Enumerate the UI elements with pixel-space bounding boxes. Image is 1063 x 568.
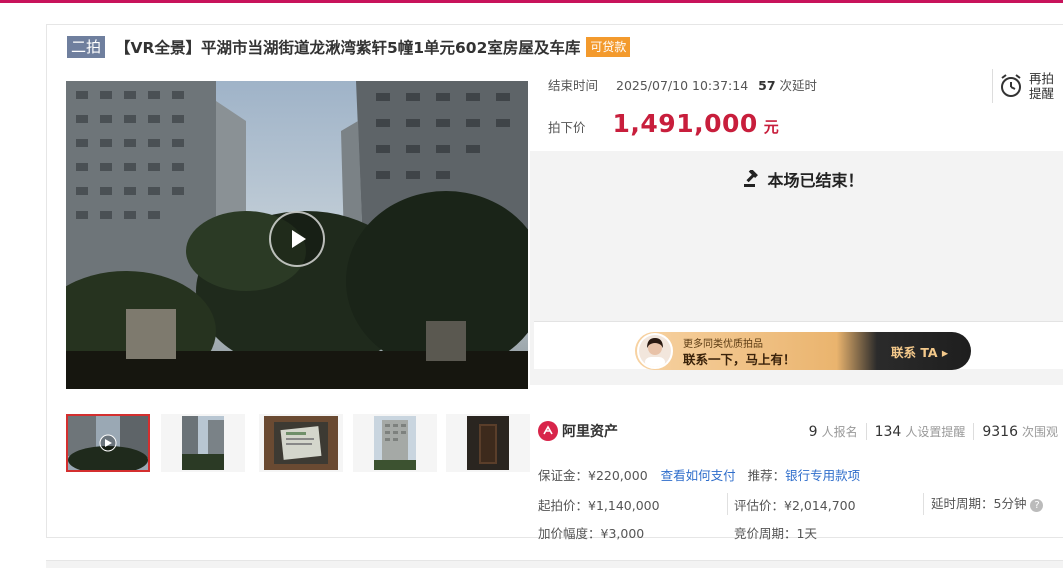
bid-period-row: 竞价周期：1天 [734,523,817,542]
thumbnail-4[interactable] [353,414,437,472]
stat-views: 9316 次围观 [973,423,1063,440]
title-row: 二拍 【VR全景】平湖市当湖街道龙湫湾紫轩5幢1单元602室房屋及车库 可贷款 [67,35,631,59]
page-title: 【VR全景】平湖市当湖街道龙湫湾紫轩5幢1单元602室房屋及车库 [115,39,581,57]
auction-ended-panel: 本场已结束！ 更多同类优质拍品 联系一下，马上有！ 联系 TA ▸ [530,151,1063,385]
remind-line-2: 提醒 [1029,86,1055,101]
banner-title: 联系一下，马上有！ [683,352,796,367]
start-price: 起拍价：¥1,140,000 [538,498,660,513]
play-button[interactable] [269,211,325,267]
how-to-pay-link[interactable]: 查看如何支付 [661,468,736,483]
top-accent-line [0,0,1063,3]
assess-price: 评估价：¥2,014,700 [734,498,856,513]
banner-subtitle: 更多同类优质拍品 [683,339,763,350]
help-icon[interactable]: ? [1030,499,1044,512]
contact-agent-button[interactable]: 联系 TA ▸ [891,342,948,361]
final-price-unit: 元 [763,118,779,136]
thumbnail-image [182,416,224,470]
main-video[interactable] [66,81,528,389]
final-price-row: 拍下价 1,491,000 元 [548,109,779,138]
increment-row: 加价幅度：¥3,000 [538,523,644,542]
stat-registered: 9 人报名 [801,423,866,440]
next-section-strip [46,560,1063,568]
auction-ended-status: 本场已结束！ [530,167,1063,191]
stat-number: 9316 [982,424,1018,440]
thumbnail-image [467,416,509,470]
stat-reminders: 134 人设置提醒 [865,423,974,440]
delay-suffix: 次延时 [779,78,818,93]
stat-number: 134 [874,424,902,440]
ended-text: 本场已结束！ [767,171,864,190]
alarm-clock-icon [1001,74,1021,97]
thumbnail-5[interactable] [446,414,530,472]
end-time-row: 结束时间 2025/07/10 10:37:14 57 次延时 [548,75,817,94]
contact-banner-pill[interactable]: 更多同类优质拍品 联系一下，马上有！ 联系 TA ▸ [635,332,971,370]
stats-row: 阿里资产 9 人报名 134 人设置提醒 9316 次围观 [530,419,1063,447]
thumbnail-strip [66,414,530,474]
auction-stats: 9 人报名 134 人设置提醒 9316 次围观 [801,423,1063,440]
delay-count: 57 [758,78,776,93]
thumbnail-image [264,416,338,470]
divider [923,493,924,515]
platform-logo: 阿里资产 [538,421,618,441]
loan-badge: 可贷款 [586,37,631,57]
assess-price-row: 评估价：¥2,014,700 [734,495,856,514]
deposit-row: 保证金：¥220,000 查看如何支付 推荐：银行专用款项 [538,465,860,484]
contact-banner: 更多同类优质拍品 联系一下，马上有！ 联系 TA ▸ [534,321,1063,370]
final-price-value: 1,491,000 [612,109,758,138]
thumbnail-image [374,416,416,470]
final-price-label: 拍下价 [548,120,586,135]
thumbnail-2[interactable] [161,414,245,472]
thumbnail-video[interactable] [66,414,150,472]
start-price-row: 起拍价：¥1,140,000 [538,495,660,514]
auction-card: 二拍 【VR全景】平湖市当湖街道龙湫湾紫轩5幢1单元602室房屋及车库 可贷款 [46,24,1063,541]
reauction-remind-button[interactable]: 再拍 提醒 [992,69,1062,103]
ali-asset-logo-icon [538,421,558,441]
end-time-value: 2025/07/10 10:37:14 [616,78,749,93]
platform-name: 阿里资产 [562,424,618,440]
stat-unit: 次围观 [1021,425,1058,439]
increment-value: 加价幅度：¥3,000 [538,526,645,541]
thumbnail-image [68,416,148,470]
round-tag: 二拍 [67,36,106,58]
gavel-icon [744,170,759,187]
play-icon [292,230,306,248]
agent-avatar [637,333,673,369]
bid-period: 竞价周期：1天 [734,526,817,541]
recommend-label: 推荐： [747,468,786,483]
end-time-label: 结束时间 [548,78,599,93]
stat-unit: 人报名 [821,425,858,439]
deposit-value: 保证金：¥220,000 [538,468,648,483]
divider [727,493,728,515]
remind-line-1: 再拍 [1029,71,1055,86]
delay-period: 延时周期：5分钟 [931,496,1027,511]
bank-payment-link[interactable]: 银行专用款项 [785,468,860,483]
delay-period-row: 延时周期：5分钟? [931,493,1044,512]
stat-number: 9 [808,424,818,440]
thumbnail-3[interactable] [259,414,343,472]
stat-unit: 人设置提醒 [905,425,966,439]
